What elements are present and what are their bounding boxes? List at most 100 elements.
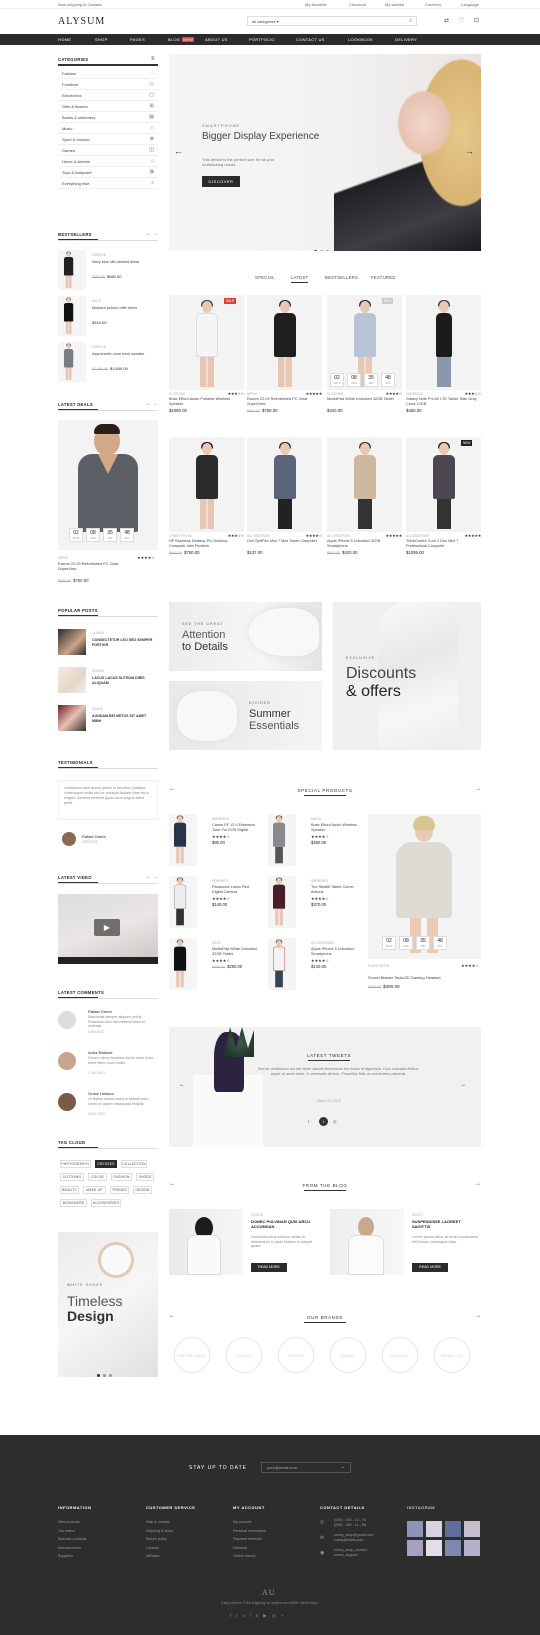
logo[interactable]: ALYSUM [58, 16, 105, 27]
footer-link[interactable]: Help & contact [146, 1518, 226, 1527]
special-product-item[interactable]: AUDIO Bose Efford Audio Wireless Speaker… [268, 814, 358, 872]
twitter-icon[interactable]: t [319, 1117, 328, 1126]
tag-designers[interactable]: DESIGNERS [60, 1199, 87, 1207]
instagram-photo[interactable] [464, 1540, 480, 1556]
banner-summer[interactable]: DIVIDED Summer Essentials [169, 681, 322, 750]
video-controls[interactable] [58, 957, 158, 964]
post-item[interactable]: 22 MON LACUS LACUS SUTRUM DIRIS ALIQUAM [58, 667, 158, 697]
nav-portfolio[interactable]: PORTFOLIO [249, 37, 275, 42]
deal-image[interactable]: 02 DAYS 08 HRS 35 MIN 48 SEC [58, 420, 158, 550]
facebook-icon[interactable]: f [308, 1119, 309, 1124]
arrow-right-icon[interactable]: → [475, 786, 481, 792]
special-product-item[interactable]: ANDROIDS Trio Stealth Tablet Comer Actio… [268, 876, 358, 934]
search-bar[interactable]: all categories ▾ ⌕ [247, 16, 417, 26]
tag-photography[interactable]: PHOTOGRAPHY [60, 1160, 91, 1168]
instagram-photo[interactable] [445, 1540, 461, 1556]
arrow-left-icon[interactable]: ← [169, 786, 175, 792]
instagram-photo[interactable] [426, 1540, 442, 1556]
deal-name[interactable]: Eacom 22-09 Refurbished PC Clear SuperVi… [58, 562, 128, 571]
arrows-icon[interactable]: ← → [146, 401, 157, 407]
special-product-item[interactable]: ANDROIDS Canon EF 12 II Extension Tube F… [169, 814, 259, 872]
read-more-button[interactable]: READ MORE [251, 1263, 287, 1272]
tag-clothing[interactable]: CLOTHING [60, 1173, 84, 1181]
wishlist-icon[interactable]: ♡ [459, 17, 464, 24]
arrows-icon[interactable]: ← → [146, 231, 157, 237]
category-sport[interactable]: Sport & tourism ⊗ [58, 134, 158, 145]
slider-dots[interactable] [314, 240, 332, 251]
footer-link[interactable]: Discount [233, 1544, 313, 1553]
bestseller-item[interactable]: BAGS Mustard yellow ruffle dress $310.00 [58, 296, 158, 340]
nav-delivery[interactable]: DELIVERY [395, 37, 417, 42]
category-music[interactable]: Music ∩ [58, 123, 158, 134]
currency-select[interactable]: Currency [425, 2, 441, 7]
footer-link[interactable]: Affiliates [146, 1552, 226, 1561]
nav-about[interactable]: ABOUT US [205, 37, 228, 42]
tag-beauty[interactable]: BEAUTY [60, 1186, 79, 1194]
tab-featured[interactable]: FEATURED [371, 275, 396, 280]
tag-color[interactable]: COLOR [88, 1173, 107, 1181]
post-item[interactable]: 14 MON CONSECTETUR LEO SED SEMPER FORTIO… [58, 629, 158, 659]
brand-logo[interactable]: JOLOGY [226, 1337, 262, 1373]
banner-dots[interactable] [97, 1364, 115, 1377]
instagram-photo[interactable] [407, 1521, 423, 1537]
nav-shop[interactable]: SHOP [95, 37, 108, 42]
blog-post[interactable]: 22 MON DONEC PULVINAR QUIS ARCU ACCUMSAN… [169, 1209, 319, 1279]
brand-logo[interactable]: THE PRUDENT [174, 1337, 210, 1373]
banner-attention[interactable]: SEE THE GREAT Attention to Details [169, 602, 322, 671]
read-more-button[interactable]: READ MORE [412, 1263, 448, 1272]
play-icon[interactable]: ▶ [94, 919, 120, 936]
arrows-icon[interactable]: ← → [146, 874, 157, 880]
arrow-right-icon[interactable]: → [475, 1313, 481, 1319]
nav-home[interactable]: HOME [58, 37, 71, 42]
arrow-right-icon[interactable]: → [460, 1082, 466, 1088]
video-player[interactable]: ▶ [58, 894, 158, 964]
featured-name[interactable]: Sound Blaster Tactic3D Gaming Headset [368, 975, 441, 980]
special-product-item[interactable]: GRAPHICS Panasonic Lumix Red Digital Cam… [169, 876, 259, 934]
arrow-right-icon[interactable]: → [475, 1181, 481, 1187]
footer-link[interactable]: Personal information [233, 1527, 313, 1536]
product-name[interactable]: ThinkCentre Core 2 Duo Mini 7 Profession… [406, 539, 478, 548]
tab-bestsellers[interactable]: BESTSELLERS [325, 275, 358, 280]
special-product-item[interactable]: ASUS MediaPad White Unlocked 32GB Tablet… [169, 938, 259, 996]
language-select[interactable]: Language [461, 2, 479, 7]
product-card[interactable]: CYBER PHONE ★★★☆☆ HP Business Desktop Pr… [169, 437, 244, 562]
link-checkout[interactable]: Checkout [349, 2, 366, 7]
special-product-item[interactable]: ACCESSORIES Apple iPhone 5 Unlocked Smar… [268, 938, 358, 996]
category-games[interactable]: Games ◫ [58, 145, 158, 156]
footer-link[interactable]: Return policy [146, 1535, 226, 1544]
link-favorites[interactable]: My favorites [305, 2, 327, 7]
arrow-right-icon[interactable]: → [340, 1464, 345, 1470]
brand-logo[interactable]: BRAND [330, 1337, 366, 1373]
nav-lookbook[interactable]: LOOKBOOK [348, 37, 373, 42]
instagram-photo[interactable] [445, 1521, 461, 1537]
product-card[interactable]: ACCESSORIES ★★★★★ Apple iPhone 5 Unlocke… [327, 437, 402, 562]
instagram-icon[interactable]: ◎ [333, 1119, 337, 1124]
tag-dresses[interactable]: DRESSES [95, 1160, 117, 1168]
product-card[interactable]: SALE CLOTHING ★★★☆☆ Bose Efford Audio Po… [169, 295, 244, 420]
footer-link[interactable]: Careers [146, 1544, 226, 1553]
social-icons[interactable]: ftvin▶◎◔ [230, 1613, 288, 1619]
product-card[interactable]: ANDROIDS ★★★☆☆ Galaxy Note Pro 60 LTE Ta… [406, 295, 481, 420]
footer-link[interactable]: Payment methods [233, 1535, 313, 1544]
instagram-photo[interactable] [464, 1521, 480, 1537]
instagram-photo[interactable] [426, 1521, 442, 1537]
category-home[interactable]: Home & kitchen ⌂ [58, 156, 158, 167]
tag-fashion[interactable]: FASHION [111, 1173, 132, 1181]
tab-special[interactable]: SPECIAL [255, 275, 275, 280]
hero-slider[interactable]: SMARTPHONE Bigger Display Experience Thi… [169, 54, 481, 251]
footer-logo[interactable]: AU [262, 1588, 276, 1597]
category-everything[interactable]: Everything else ⌕ [58, 178, 158, 189]
tag-design[interactable]: DESIGN [133, 1186, 152, 1194]
category-gifts[interactable]: Gifts & flowers ⊞ [58, 101, 158, 112]
category-furniture[interactable]: Furniture ▭ [58, 79, 158, 90]
blog-post[interactable]: 08 OCT SUSPENDISSE LAOREET SAGITTIS Lore… [330, 1209, 480, 1279]
newsletter-input[interactable]: your@email.com → [261, 1462, 351, 1473]
tag-accessories[interactable]: ACCESSORIES [91, 1199, 121, 1207]
footer-link[interactable]: Specials products [58, 1535, 138, 1544]
post-item[interactable]: 03 AUS AUNDAM BEI METUS SIT AMET MIBH [58, 705, 158, 735]
product-card[interactable]: ACCESSORIES ★★★★☆ Dell OptiPlex Mini 7 M… [247, 437, 322, 562]
banner-discounts[interactable]: EXCLUSIVE Discounts & offers [333, 602, 481, 750]
product-name[interactable]: MediaPad White Unlocked 32GB Tablet [327, 397, 399, 402]
link-wishlist[interactable]: My wishlist [385, 2, 404, 7]
compare-icon[interactable]: ⇄ [444, 17, 449, 24]
